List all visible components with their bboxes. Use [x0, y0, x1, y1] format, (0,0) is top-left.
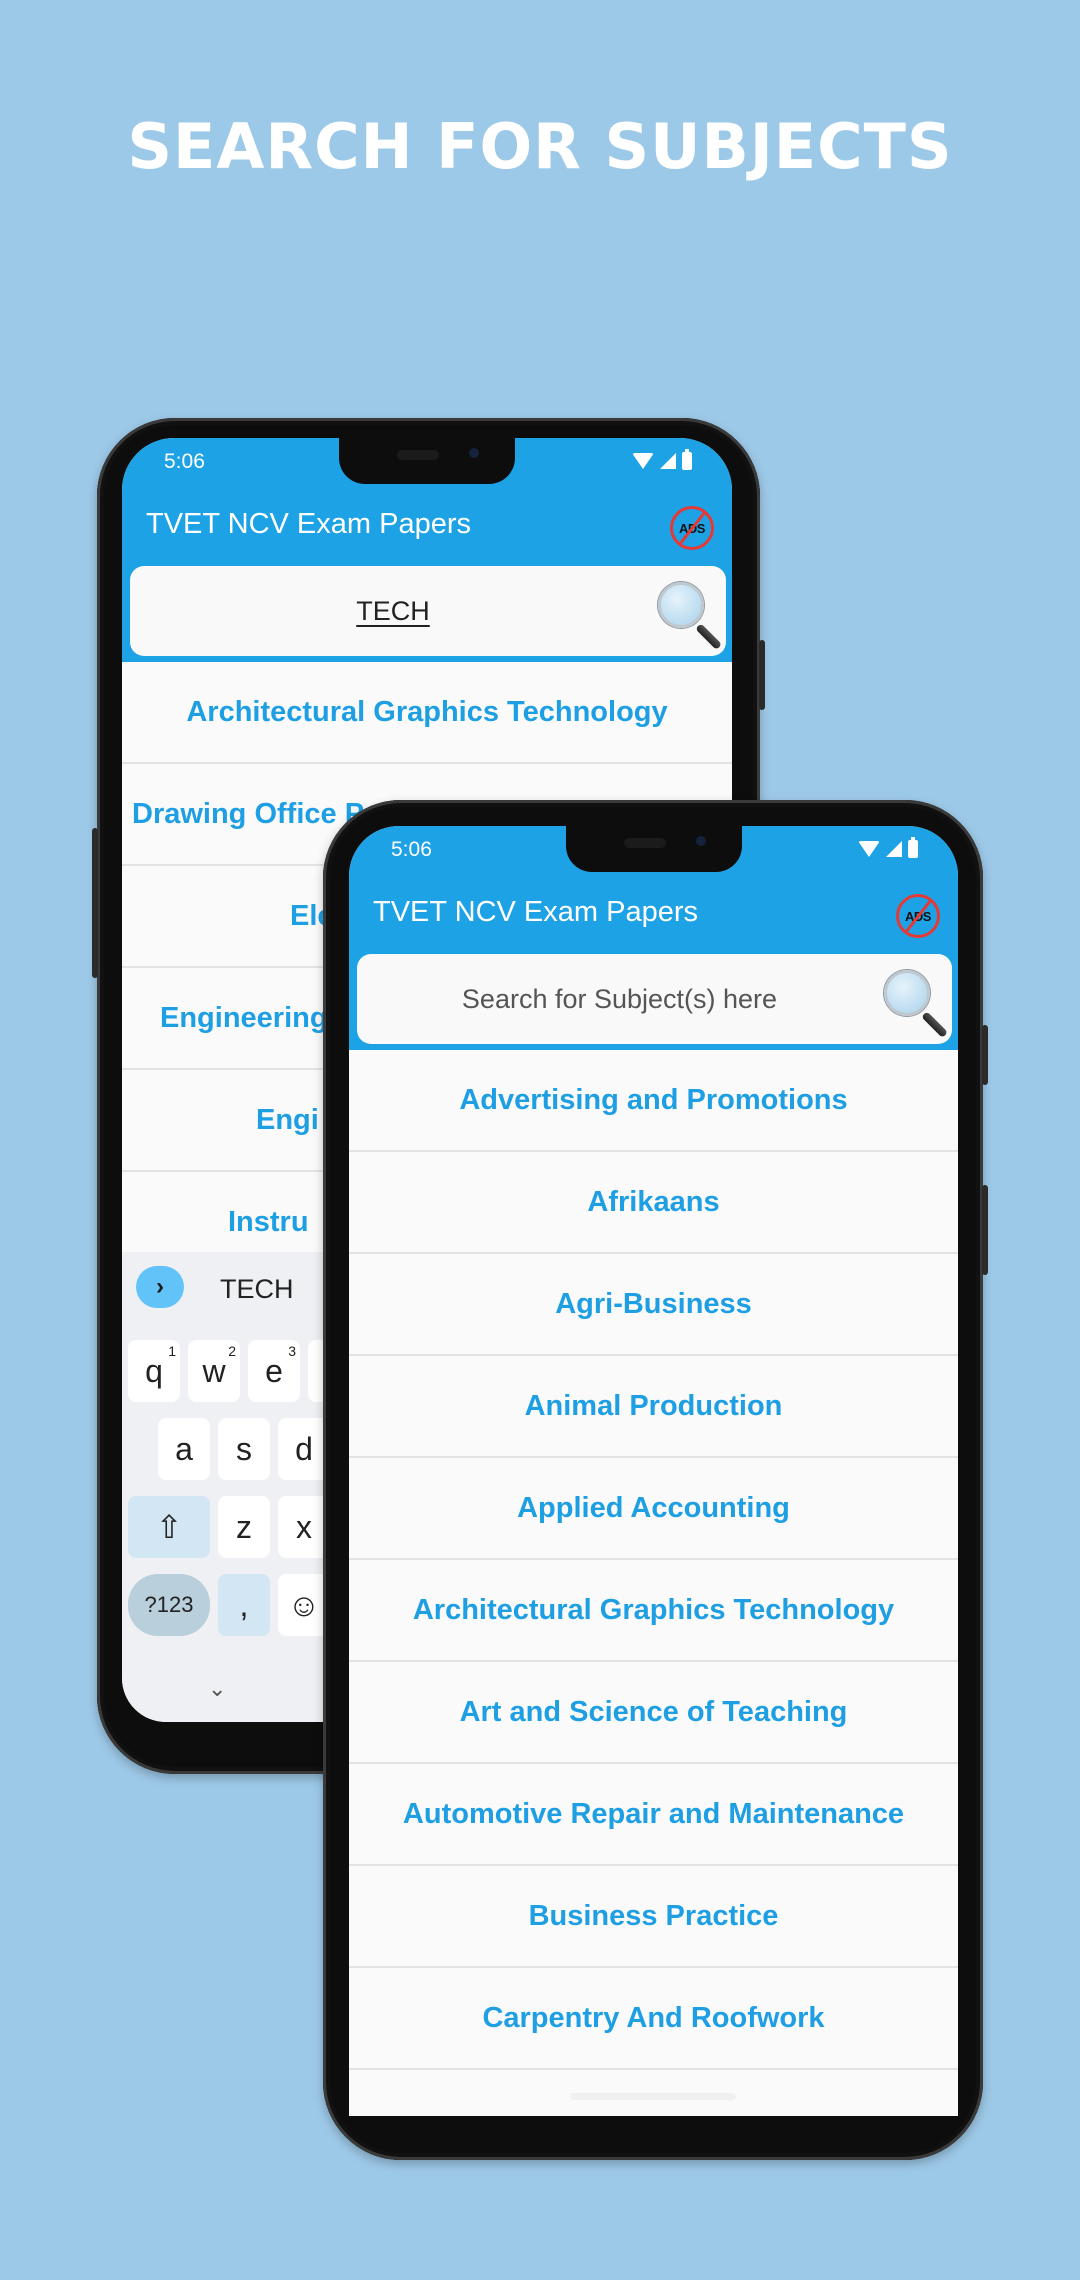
list-item[interactable]: Carpentry And Roofwork	[349, 1968, 958, 2070]
home-indicator[interactable]	[570, 2093, 736, 2100]
wifi-icon	[632, 453, 654, 469]
app-bar: TVET NCV Exam Papers ADS	[122, 492, 732, 560]
camera-notch	[565, 826, 742, 872]
phone-side-button	[759, 640, 765, 710]
search-input-placeholder: Search for Subject(s) here	[461, 984, 778, 1014]
status-time: 5:06	[391, 838, 432, 861]
list-item[interactable]: Afrikaans	[349, 1152, 958, 1254]
search-bar: Search for Subject(s) here	[349, 948, 958, 1050]
phone-side-button	[92, 828, 98, 978]
battery-icon	[682, 449, 692, 470]
list-item[interactable]: Architectural Graphics Technology	[349, 1560, 958, 1662]
search-input[interactable]: Search for Subject(s) here	[357, 954, 952, 1044]
key-e[interactable]: e3	[248, 1340, 300, 1402]
signal-icon	[886, 841, 902, 857]
shift-icon: ⇧	[155, 1509, 183, 1545]
battery-icon	[908, 837, 918, 858]
status-time: 5:06	[164, 450, 205, 473]
comma-key[interactable]: ,	[218, 1574, 270, 1636]
phone-side-button	[982, 1025, 988, 1085]
app-bar: TVET NCV Exam Papers ADS	[349, 880, 958, 948]
list-item[interactable]: Agri-Business	[349, 1254, 958, 1356]
key-a[interactable]: a	[158, 1418, 210, 1480]
key-s[interactable]: s	[218, 1418, 270, 1480]
search-input-value: TECH	[356, 596, 430, 626]
list-item[interactable]: Advertising and Promotions	[349, 1050, 958, 1152]
key-q[interactable]: q1	[128, 1340, 180, 1402]
chevron-right-icon[interactable]: ›	[136, 1266, 184, 1308]
search-bar: TECH	[122, 560, 732, 662]
symbols-key[interactable]: ?123	[128, 1574, 210, 1636]
no-ads-icon: ADS	[905, 908, 931, 924]
remove-ads-button[interactable]: ADS	[670, 506, 714, 550]
key-z[interactable]: z	[218, 1496, 270, 1558]
hide-keyboard-icon[interactable]: ⌄	[208, 1676, 226, 1702]
search-input[interactable]: TECH	[130, 566, 726, 656]
camera-notch	[339, 438, 515, 484]
list-item[interactable]: Art and Science of Teaching	[349, 1662, 958, 1764]
subjects-list: Advertising and Promotions Afrikaans Agr…	[349, 1050, 958, 2070]
list-item[interactable]: Automotive Repair and Maintenance	[349, 1764, 958, 1866]
phone-side-button	[982, 1185, 988, 1275]
search-icon[interactable]	[880, 966, 950, 1039]
list-item[interactable]: Business Practice	[349, 1866, 958, 1968]
front-phone-screen: 5:06 TVET NCV Exam Papers ADS Search for…	[349, 826, 958, 2116]
signal-icon	[660, 453, 676, 469]
search-icon[interactable]	[654, 578, 724, 651]
app-title: TVET NCV Exam Papers	[373, 896, 699, 928]
emoji-icon: ☺	[287, 1586, 321, 1623]
keyboard-suggestion[interactable]: TECH	[220, 1274, 294, 1305]
front-phone-frame: 5:06 TVET NCV Exam Papers ADS Search for…	[323, 800, 988, 2160]
remove-ads-button[interactable]: ADS	[896, 894, 940, 938]
list-item[interactable]: Applied Accounting	[349, 1458, 958, 1560]
page-headline: SEARCH FOR SUBJECTS	[127, 110, 953, 183]
wifi-icon	[858, 841, 880, 857]
list-item[interactable]: Architectural Graphics Technology	[122, 662, 732, 764]
key-w[interactable]: w2	[188, 1340, 240, 1402]
app-title: TVET NCV Exam Papers	[146, 508, 472, 540]
no-ads-icon: ADS	[679, 520, 705, 536]
shift-key[interactable]: ⇧	[128, 1496, 210, 1558]
list-item[interactable]: Animal Production	[349, 1356, 958, 1458]
